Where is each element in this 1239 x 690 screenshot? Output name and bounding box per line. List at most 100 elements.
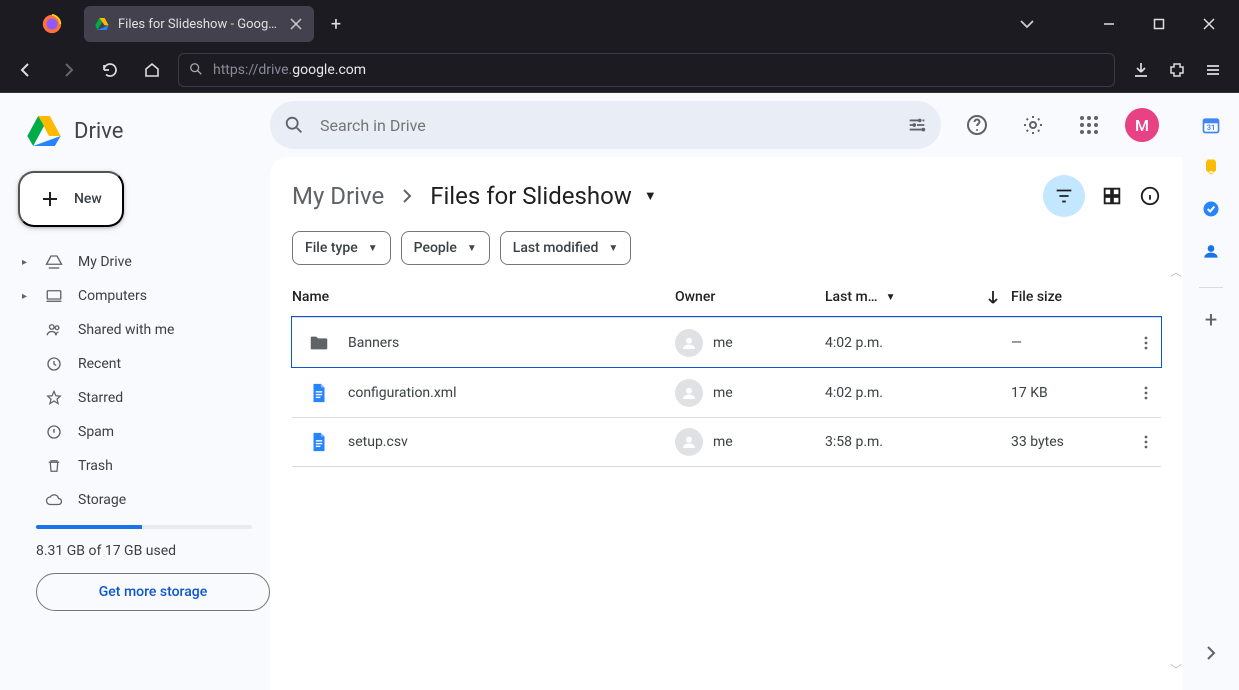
account-avatar[interactable]: M <box>1125 108 1159 142</box>
file-name: setup.csv <box>348 434 408 450</box>
star-icon <box>44 388 64 408</box>
brand[interactable]: Drive <box>0 105 270 165</box>
settings-icon[interactable] <box>1013 105 1053 145</box>
sidebar-item-trash[interactable]: ▸Trash <box>0 449 270 483</box>
plus-icon <box>38 187 62 211</box>
breadcrumb-root[interactable]: My Drive <box>292 182 384 210</box>
column-owner[interactable]: Owner <box>675 289 825 305</box>
scroll-up-hint-icon: ︿ <box>1170 263 1182 280</box>
chip-label: People <box>414 240 457 256</box>
file-size: — <box>1011 335 1131 351</box>
tabs-overview-icon[interactable] <box>1007 4 1047 44</box>
file-size: 17 KB <box>1011 385 1131 401</box>
breadcrumb-current[interactable]: Files for Slideshow <box>430 182 632 210</box>
computers-icon <box>44 286 64 306</box>
tab-close-icon[interactable] <box>288 16 304 32</box>
chip-people[interactable]: People ▼ <box>401 231 490 265</box>
downloads-icon[interactable] <box>1125 54 1157 86</box>
tab-title: Files for Slideshow - Google D <box>118 17 280 32</box>
row-overflow-icon[interactable] <box>1131 385 1161 401</box>
apps-icon[interactable] <box>1069 105 1109 145</box>
sidebar-label: My Drive <box>78 254 132 270</box>
addons-plus-icon[interactable]: + <box>1201 310 1221 330</box>
reload-button[interactable] <box>94 54 126 86</box>
search-options-icon[interactable] <box>905 113 929 137</box>
column-size[interactable]: File size <box>1011 289 1131 305</box>
clock-icon <box>44 354 64 374</box>
get-more-storage-button[interactable]: Get more storage <box>36 573 270 611</box>
keep-icon[interactable] <box>1201 157 1221 177</box>
caret-icon[interactable]: ▸ <box>22 291 34 302</box>
collapse-rail-icon[interactable] <box>1202 644 1220 662</box>
row-overflow-icon[interactable] <box>1131 335 1161 351</box>
owner-name: me <box>713 434 733 450</box>
file-name: configuration.xml <box>348 385 457 401</box>
column-modified[interactable]: Last m…▼ <box>825 289 975 305</box>
help-icon[interactable] <box>957 105 997 145</box>
sidebar-item-storage[interactable]: ▸Storage <box>0 483 270 517</box>
column-name[interactable]: Name <box>292 289 675 305</box>
window-maximize-icon[interactable] <box>1137 4 1181 44</box>
address-bar[interactable]: https://drive.google.com <box>178 53 1115 87</box>
file-name: Banners <box>348 335 399 351</box>
forward-button[interactable] <box>52 54 84 86</box>
table-row[interactable]: configuration.xmlme4:02 p.m.17 KB <box>292 367 1161 417</box>
filter-list-icon[interactable] <box>1043 175 1085 217</box>
table-row[interactable]: setup.csvme3:58 p.m.33 bytes <box>292 417 1161 467</box>
modified-time: 3:58 p.m. <box>825 434 975 450</box>
sidebar-label: Spam <box>78 424 114 440</box>
row-overflow-icon[interactable] <box>1131 434 1161 450</box>
tasks-icon[interactable] <box>1201 199 1221 219</box>
trash-icon <box>44 456 64 476</box>
owner-avatar-icon <box>675 329 703 357</box>
new-tab-button[interactable]: + <box>320 8 352 40</box>
info-icon[interactable] <box>1139 185 1161 207</box>
browser-toolbar: https://drive.google.com <box>0 48 1239 92</box>
table-body: Banners me 4:02 p.m. — configuration.xml me 4:… <box>292 317 1161 467</box>
app-menu-icon[interactable] <box>1197 54 1229 86</box>
table-header: Name Owner Last m…▼ File size <box>292 289 1161 317</box>
chip-label: File type <box>305 240 358 256</box>
sort-direction-icon[interactable] <box>975 289 1011 305</box>
chip-filetype[interactable]: File type▼ <box>292 231 391 265</box>
table-row[interactable]: Banners me 4:02 p.m. — <box>292 317 1161 367</box>
calendar-icon[interactable]: 31 <box>1201 115 1221 135</box>
sidebar-item-shared[interactable]: ▸Shared with me <box>0 313 270 347</box>
modified-time: 4:02 p.m. <box>825 335 975 351</box>
search-icon[interactable] <box>282 113 306 137</box>
owner-name: me <box>713 335 733 351</box>
back-button[interactable] <box>10 54 42 86</box>
breadcrumb-dropdown-icon[interactable]: ▼ <box>644 188 657 204</box>
sidebar-item-spam[interactable]: ▸Spam <box>0 415 270 449</box>
window-close-icon[interactable] <box>1187 4 1231 44</box>
owner-avatar-icon <box>675 428 703 456</box>
extensions-icon[interactable] <box>1161 54 1193 86</box>
sidebar-label: Storage <box>78 492 126 508</box>
new-button[interactable]: New <box>18 171 124 227</box>
caret-down-icon: ▼ <box>467 243 477 254</box>
window-minimize-icon[interactable] <box>1087 4 1131 44</box>
file-icon <box>308 431 330 453</box>
search-box[interactable] <box>270 101 941 149</box>
chip-modified[interactable]: Last modified▼ <box>500 231 632 265</box>
home-button[interactable] <box>136 54 168 86</box>
sidebar-label: Computers <box>78 288 147 304</box>
contacts-icon[interactable] <box>1201 241 1221 261</box>
sidebar-item-computers[interactable]: ▸ Computers <box>0 279 270 313</box>
sidebar-label: Trash <box>78 458 113 474</box>
sidebar-item-starred[interactable]: ▸Starred <box>0 381 270 415</box>
drive-favicon <box>94 16 110 32</box>
modified-time: 4:02 p.m. <box>825 385 975 401</box>
drive-logo-icon <box>24 111 64 151</box>
firefox-icon <box>38 10 66 38</box>
spam-icon <box>44 422 64 442</box>
main-panel: My Drive Files for Slideshow ▼ File type… <box>270 157 1183 690</box>
sidebar-item-mydrive[interactable]: ▸ My Drive <box>0 245 270 279</box>
grid-view-icon[interactable] <box>1101 185 1123 207</box>
sidebar-item-recent[interactable]: ▸Recent <box>0 347 270 381</box>
search-input[interactable] <box>320 116 891 135</box>
breadcrumb: My Drive Files for Slideshow ▼ <box>292 175 1161 217</box>
browser-tab[interactable]: Files for Slideshow - Google D <box>84 6 314 42</box>
caret-icon[interactable]: ▸ <box>22 257 34 268</box>
mydrive-icon <box>44 252 64 272</box>
